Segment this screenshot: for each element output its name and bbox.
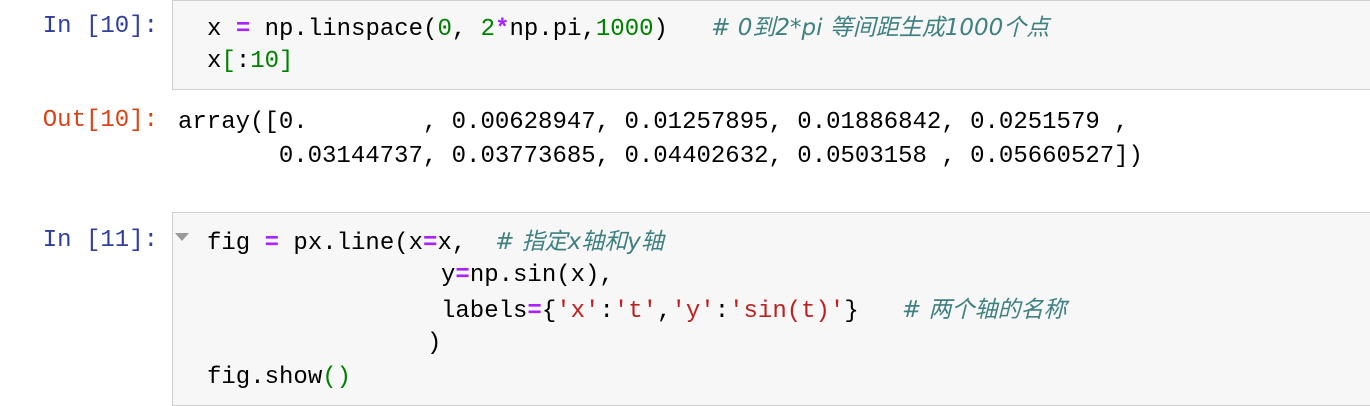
- code-cell-input[interactable]: x = np.linspace(0, 2*np.pi,1000) # 0到2*p…: [172, 0, 1370, 90]
- code-token: :: [714, 298, 730, 325]
- code-token: x: [207, 16, 236, 43]
- string-token: 'y': [671, 298, 715, 325]
- operator-token: =: [423, 230, 438, 257]
- code-token: {: [541, 298, 557, 325]
- input-prompt: In [11]:: [42, 227, 158, 254]
- code-token: np.linspace(: [250, 16, 438, 43]
- bracket-token: [: [221, 48, 236, 75]
- output-line: array([0. , 0.00628947, 0.01257895, 0.01…: [178, 109, 1129, 136]
- string-token: 'sin(t)': [729, 298, 845, 325]
- code-token: ): [653, 16, 712, 43]
- string-token: 'x': [556, 298, 600, 325]
- code-line: fig = px.line(x=x, # 指定x轴和y轴: [207, 225, 664, 261]
- code-token: x: [207, 48, 222, 75]
- code-token: ,: [657, 298, 672, 325]
- collapse-arrow-icon[interactable]: [175, 233, 189, 241]
- code-token: np.sin(x),: [469, 262, 614, 289]
- operator-token: =: [527, 298, 542, 325]
- number-token: 10: [250, 48, 280, 75]
- operator-token: =: [235, 16, 251, 43]
- code-token: px.line(x: [279, 230, 424, 257]
- code-line: y=np.sin(x),: [441, 259, 614, 293]
- code-comment: # 两个轴的名称: [901, 297, 1067, 323]
- code-comment: # 指定x轴和y轴: [495, 229, 664, 255]
- code-line: x = np.linspace(0, 2*np.pi,1000) # 0到2*p…: [207, 11, 1049, 47]
- code-token: :: [235, 48, 251, 75]
- code-line: x[:10]: [207, 45, 293, 79]
- code-token: fig.show: [207, 364, 323, 391]
- code-token: }: [844, 298, 902, 325]
- code-token: x,: [437, 230, 496, 257]
- output-line: 0.03144737, 0.03773685, 0.04402632, 0.05…: [178, 143, 1143, 170]
- code-token: labels: [441, 298, 528, 325]
- code-line: labels={'x':'t','y':'sin(t)'} # 两个轴的名称: [441, 293, 1067, 329]
- code-line: fig.show(): [207, 361, 351, 395]
- output-prompt: Out[10]:: [42, 107, 158, 134]
- code-line: ): [427, 327, 441, 361]
- code-cell-input[interactable]: fig = px.line(x=x, # 指定x轴和y轴 y=np.sin(x)…: [172, 212, 1370, 406]
- code-token: :: [599, 298, 614, 325]
- code-token: fig: [207, 230, 265, 257]
- operator-token: =: [455, 262, 470, 289]
- code-comment: # 0到2*pi 等间距生成1000个点: [711, 15, 1050, 41]
- operator-token: *: [495, 16, 510, 43]
- bracket-token: (): [322, 364, 352, 391]
- string-token: 't': [613, 298, 658, 325]
- code-token: ,: [451, 16, 481, 43]
- number-token: 0: [437, 16, 452, 43]
- input-prompt: In [10]:: [42, 13, 158, 40]
- code-token: np.pi,: [509, 16, 596, 43]
- notebook: In [10]: x = np.linspace(0, 2*np.pi,1000…: [0, 0, 1370, 406]
- code-token: y: [441, 262, 456, 289]
- bracket-token: ]: [279, 48, 294, 75]
- number-token: 1000: [595, 16, 654, 43]
- operator-token: =: [264, 230, 280, 257]
- code-token: ): [427, 330, 442, 357]
- number-token: 2: [480, 16, 496, 43]
